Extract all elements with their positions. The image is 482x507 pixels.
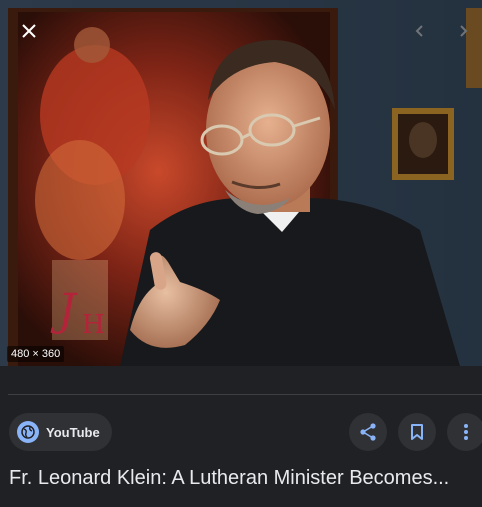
image-preview[interactable]: J H 480 × 360 (0, 0, 482, 366)
preview-image: J H (0, 0, 482, 366)
next-image-button[interactable] (450, 18, 476, 44)
bookmark-icon (411, 424, 423, 440)
image-title[interactable]: Fr. Leonard Klein: A Lutheran Minister B… (9, 467, 482, 490)
source-name: YouTube (46, 424, 100, 440)
more-vertical-icon (464, 424, 468, 440)
chevron-left-icon (415, 25, 423, 37)
previous-image-button[interactable] (407, 18, 433, 44)
image-dimensions: 480 × 360 (7, 346, 65, 362)
close-button[interactable] (14, 16, 44, 46)
svg-text:H: H (82, 310, 105, 340)
save-button[interactable] (398, 413, 436, 451)
close-icon (22, 24, 36, 38)
source-chip[interactable]: YouTube (9, 413, 112, 451)
share-icon (360, 423, 376, 441)
divider (8, 394, 482, 395)
chevron-right-icon (460, 25, 468, 37)
globe-icon (17, 421, 39, 443)
more-options-button[interactable] (447, 413, 482, 451)
share-button[interactable] (349, 413, 387, 451)
